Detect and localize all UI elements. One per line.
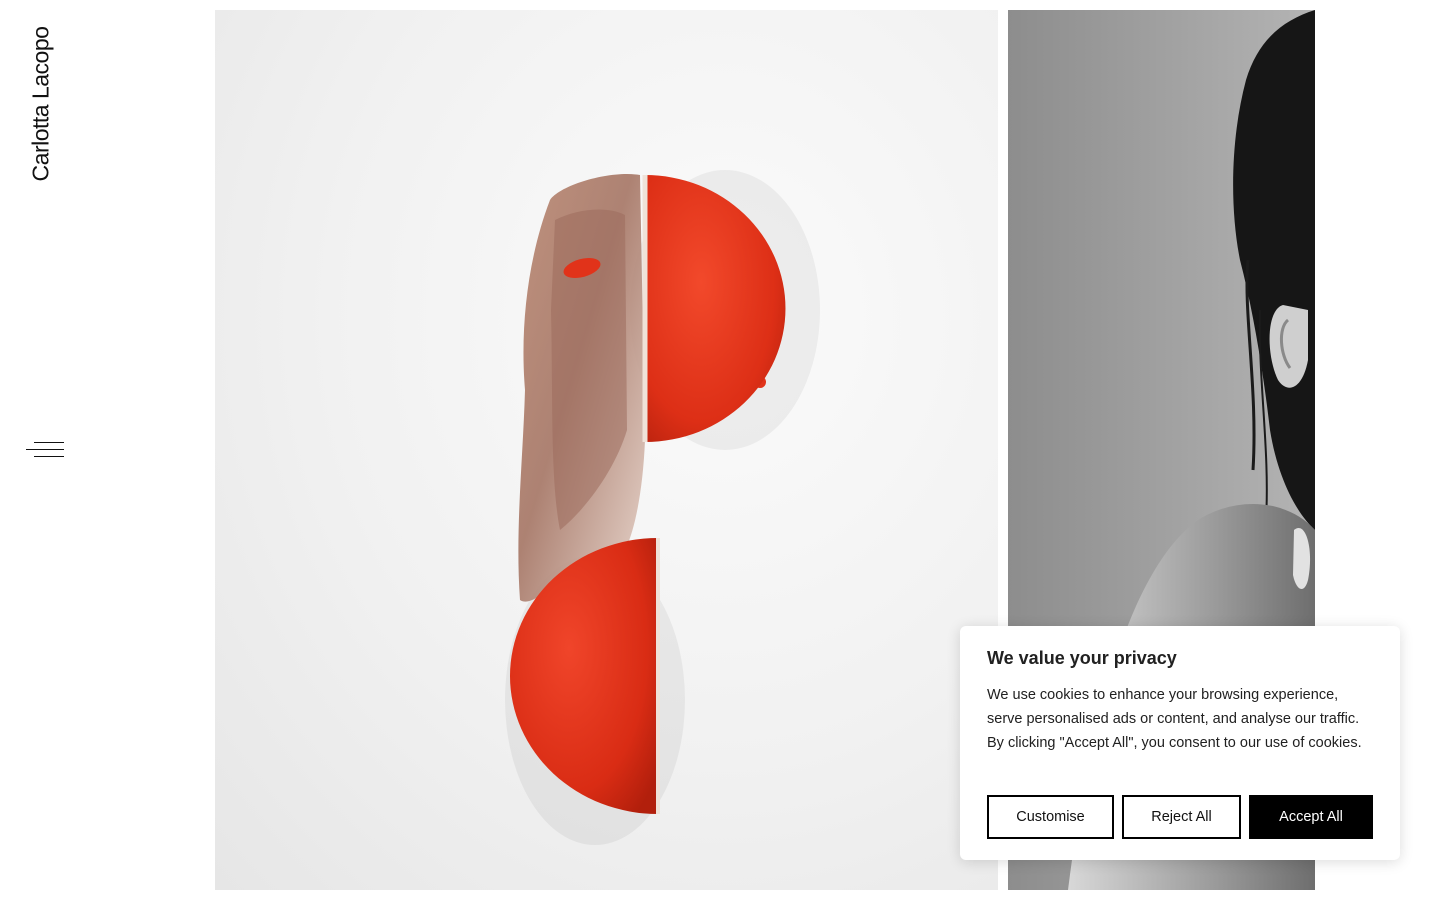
hamburger-menu-icon[interactable] (24, 440, 68, 462)
cookie-description: We use cookies to enhance your browsing … (987, 687, 1362, 751)
menu-line (26, 449, 64, 450)
reject-all-button[interactable]: Reject All (1122, 795, 1241, 839)
dessert-illustration (505, 170, 820, 845)
menu-line (34, 456, 64, 457)
dessert-photo[interactable] (215, 10, 998, 890)
accept-all-button[interactable]: Accept All (1249, 795, 1373, 839)
cookie-title: We value your privacy (987, 648, 1177, 668)
cookie-actions: Customise Reject All Accept All (987, 795, 1373, 839)
customise-button[interactable]: Customise (987, 795, 1114, 839)
menu-line (34, 442, 64, 443)
cookie-consent-banner: We value your privacy We use cookies to … (960, 626, 1400, 860)
site-logo[interactable]: Carlotta Lacopo (26, 27, 56, 182)
site-name[interactable]: Carlotta Lacopo (28, 27, 55, 182)
